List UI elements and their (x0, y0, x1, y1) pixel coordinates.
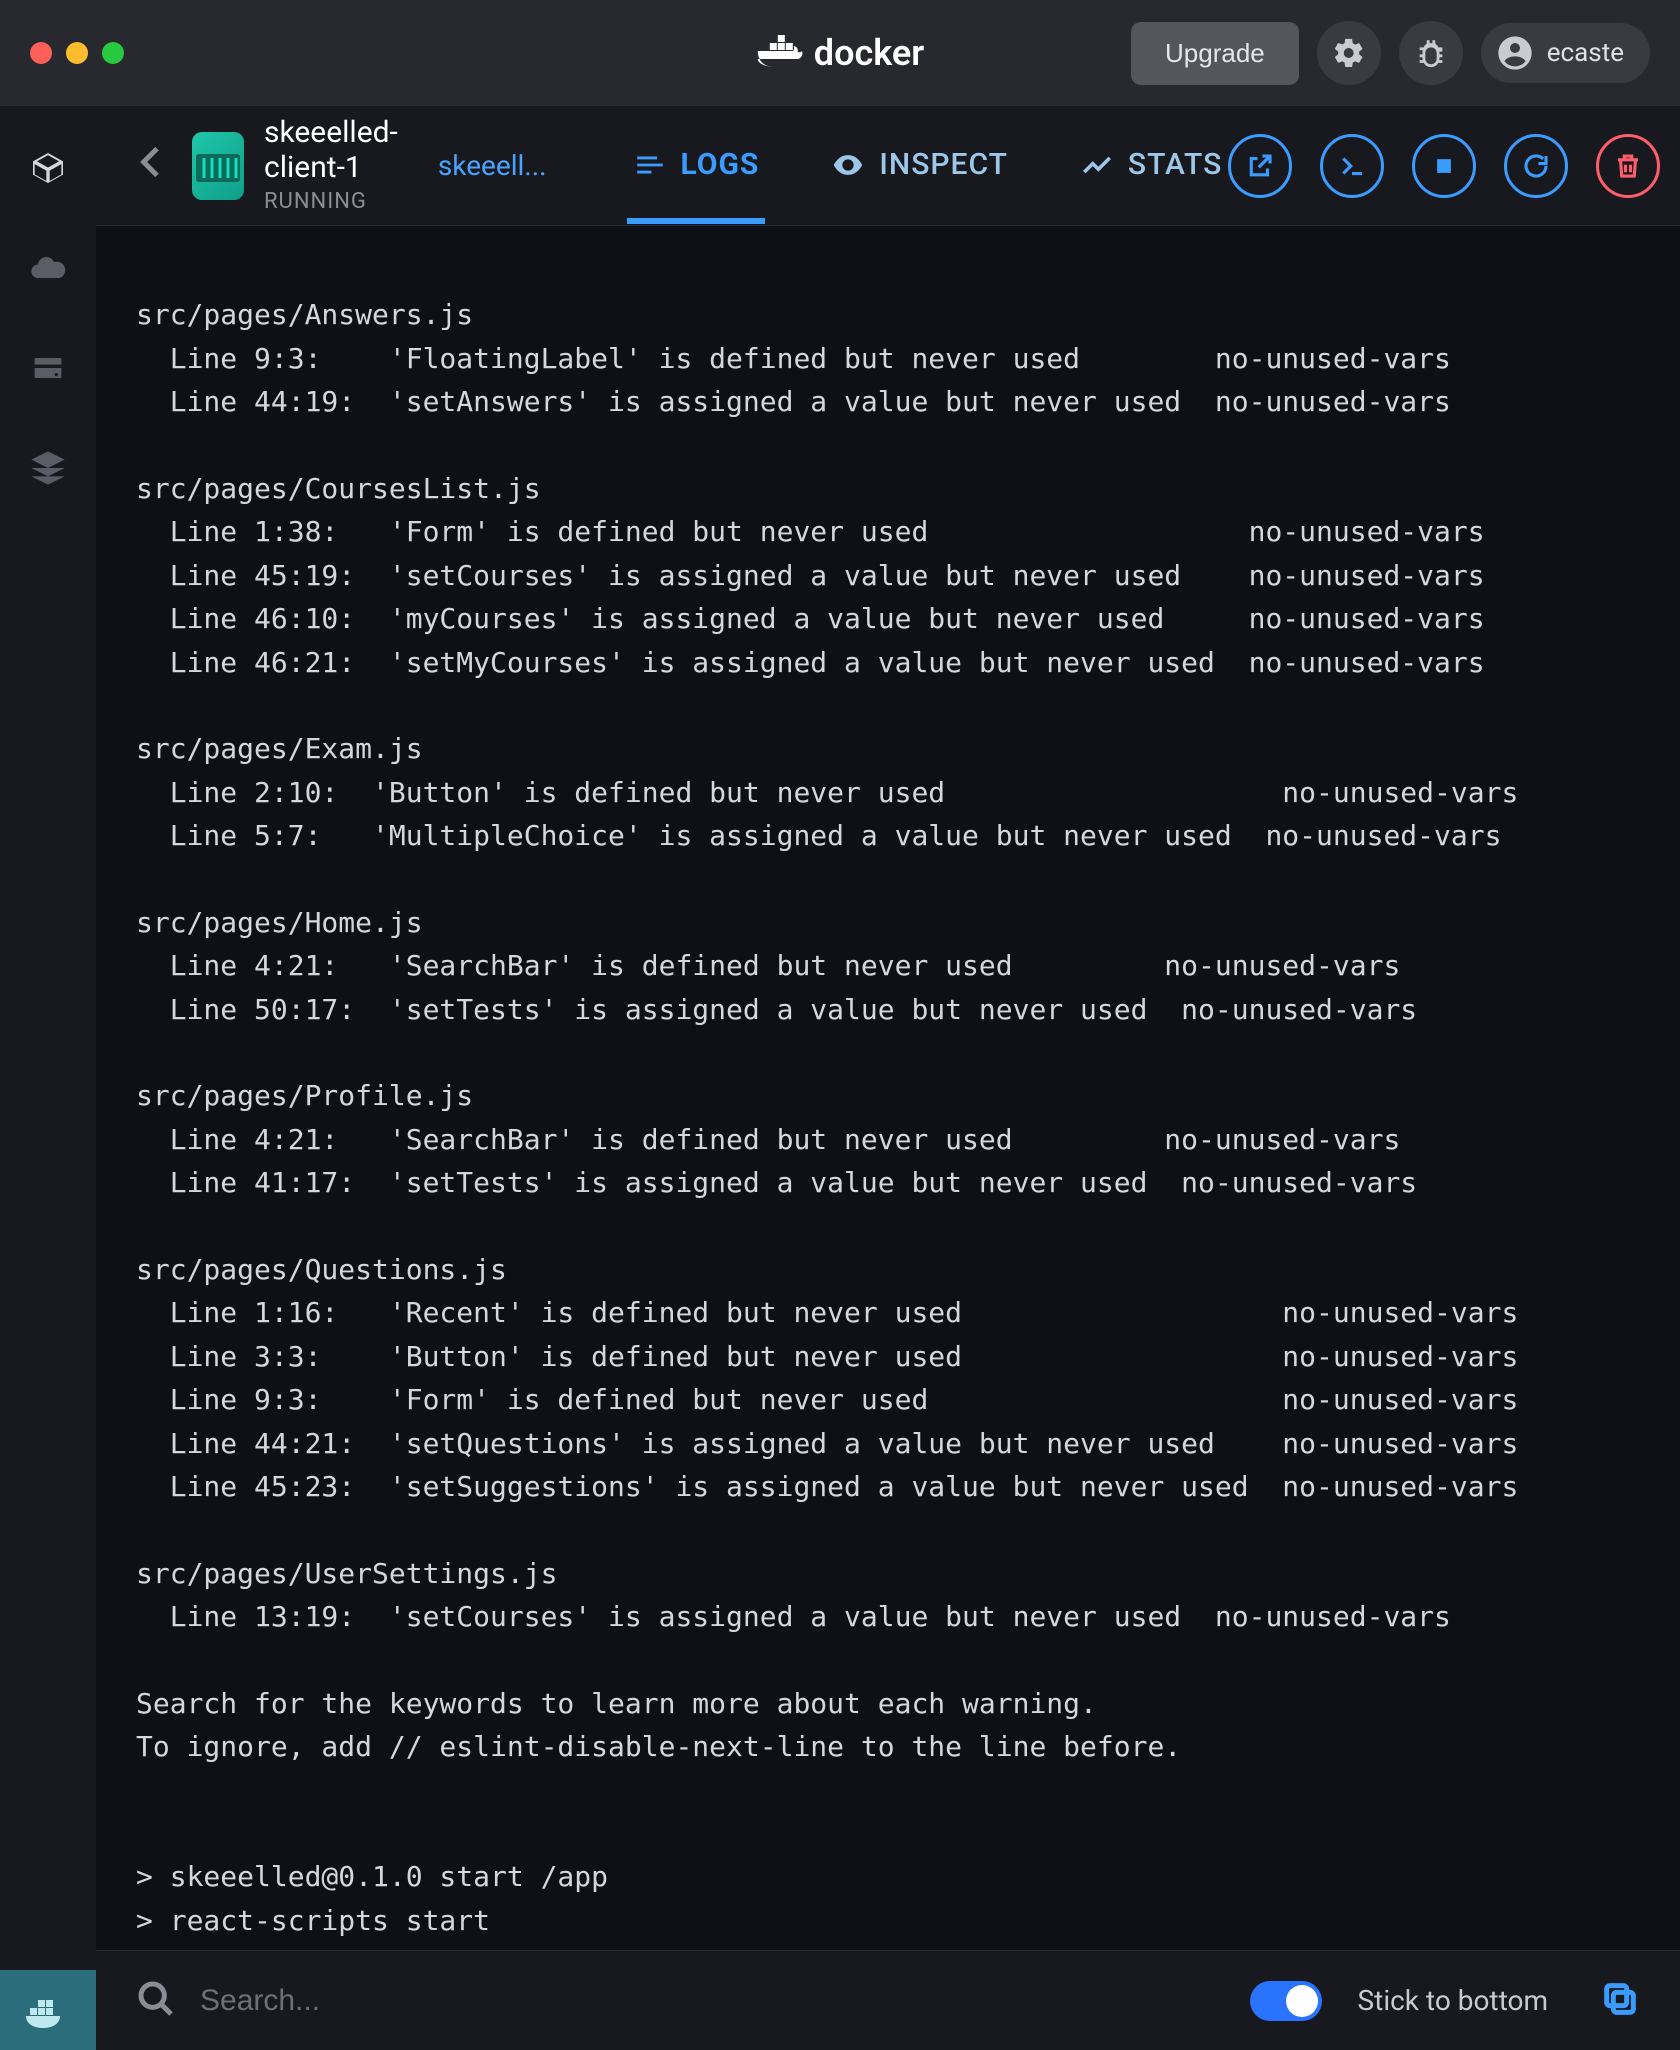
container-thumbnail (192, 132, 244, 200)
close-window-button[interactable] (30, 42, 52, 64)
restart-icon (1521, 151, 1551, 181)
copy-logs-button[interactable] (1600, 1979, 1640, 2023)
container-box-icon (192, 144, 244, 188)
container-header: skeeelled-client-1 RUNNING skeeell... LO… (96, 106, 1680, 226)
inspect-icon (831, 148, 865, 182)
settings-button[interactable] (1317, 21, 1381, 85)
upgrade-button[interactable]: Upgrade (1131, 22, 1299, 85)
stop-icon (1429, 151, 1459, 181)
tab-logs-label: LOGS (681, 147, 760, 182)
log-output: src/pages/Answers.js Line 9:3: 'Floating… (136, 250, 1640, 1950)
terminal-icon (1337, 151, 1367, 181)
restart-container-button[interactable] (1504, 134, 1568, 198)
stick-to-bottom-toggle[interactable] (1250, 1981, 1322, 2021)
log-pane[interactable]: src/pages/Answers.js Line 9:3: 'Floating… (96, 226, 1680, 1950)
main-area: skeeelled-client-1 RUNNING skeeell... LO… (96, 106, 1680, 2050)
trash-icon (1613, 151, 1643, 181)
delete-container-button[interactable] (1596, 134, 1660, 198)
maximize-window-button[interactable] (102, 42, 124, 64)
search-icon (136, 1979, 176, 2023)
sidebar-item-containers[interactable] (26, 146, 70, 190)
stats-icon (1080, 148, 1114, 182)
sidebar-footer-docker[interactable] (0, 1970, 96, 2050)
docker-whale-small-icon (23, 1990, 73, 2030)
user-avatar-icon (1495, 33, 1535, 73)
container-status: RUNNING (264, 189, 398, 214)
log-footer: Stick to bottom (96, 1950, 1680, 2050)
container-title: skeeelled-client-1 (264, 116, 398, 185)
sidebar-item-dev-env[interactable] (26, 446, 70, 490)
logs-icon (633, 148, 667, 182)
window-controls (30, 42, 124, 64)
docker-whale-icon (756, 33, 804, 73)
brand-label: docker (814, 32, 924, 74)
back-button[interactable] (132, 142, 172, 190)
stack-icon (28, 448, 68, 488)
stick-to-bottom-label: Stick to bottom (1358, 1984, 1548, 2017)
user-menu[interactable]: ecaste (1481, 23, 1650, 83)
cloud-icon (28, 248, 68, 288)
log-search-input[interactable] (200, 1984, 1226, 2018)
username-label: ecaste (1547, 38, 1624, 68)
tab-inspect[interactable]: INSPECT (825, 107, 1013, 224)
tab-inspect-label: INSPECT (879, 147, 1007, 182)
minimize-window-button[interactable] (66, 42, 88, 64)
sidebar (0, 106, 96, 2050)
tab-logs[interactable]: LOGS (627, 107, 766, 224)
container-actions (1228, 134, 1660, 198)
external-link-icon (1245, 151, 1275, 181)
tab-stats-label: STATS (1128, 147, 1222, 182)
docker-logo: docker (756, 32, 924, 74)
image-link[interactable]: skeeell... (438, 149, 547, 182)
sidebar-item-images[interactable] (26, 246, 70, 290)
exec-cli-button[interactable] (1320, 134, 1384, 198)
tab-stats[interactable]: STATS (1074, 107, 1228, 224)
drive-icon (28, 348, 68, 388)
container-meta: skeeelled-client-1 RUNNING (264, 116, 398, 214)
bug-icon (1414, 36, 1448, 70)
tabs: LOGS INSPECT STATS (627, 107, 1229, 224)
gear-icon (1332, 36, 1366, 70)
container-icon (28, 148, 68, 188)
stop-container-button[interactable] (1412, 134, 1476, 198)
titlebar: docker Upgrade ecaste (0, 0, 1680, 106)
sidebar-item-volumes[interactable] (26, 346, 70, 390)
open-in-browser-button[interactable] (1228, 134, 1292, 198)
bug-report-button[interactable] (1399, 21, 1463, 85)
chevron-left-icon (132, 142, 172, 182)
